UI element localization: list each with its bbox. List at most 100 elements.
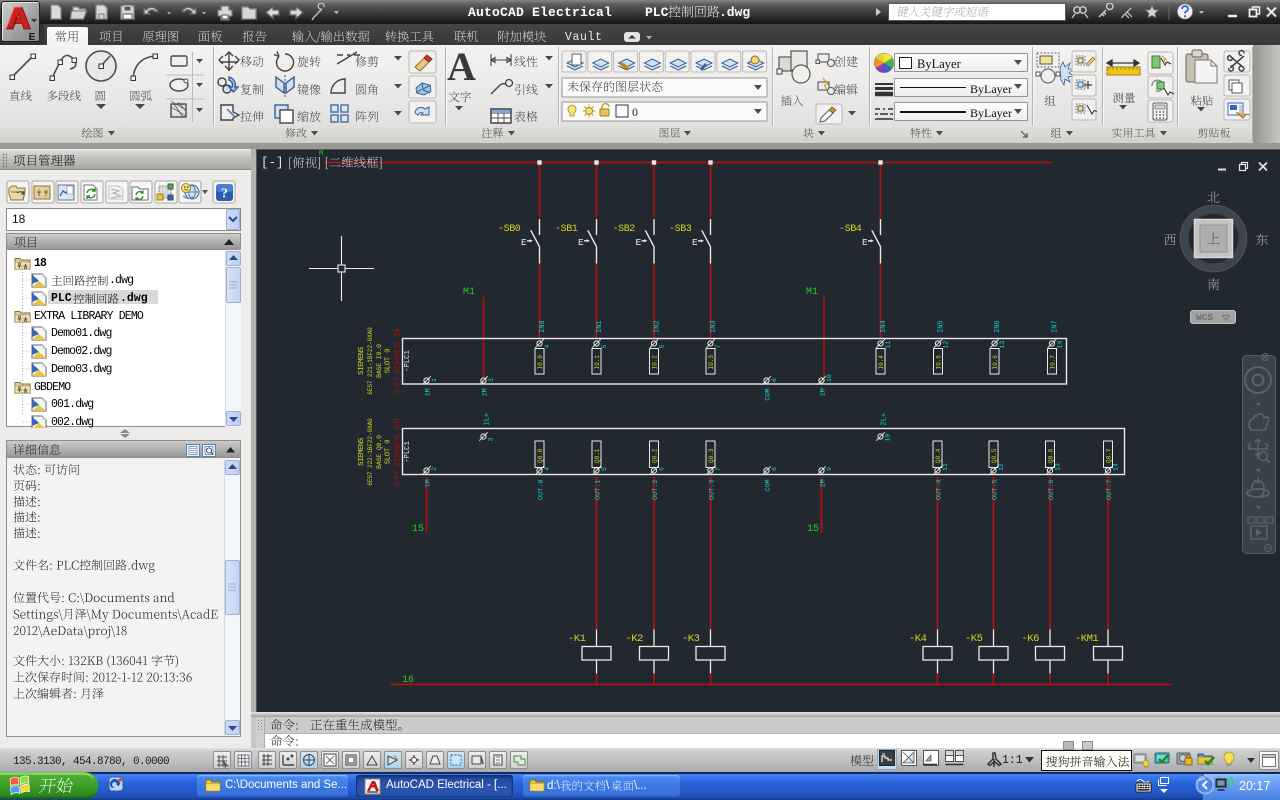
svg-text:-SB0: -SB0 [498, 224, 521, 235]
svg-text:E: E [692, 237, 698, 248]
svg-text:13: 13 [1055, 463, 1062, 471]
svg-text:Q0.3: Q0.3 [708, 448, 715, 463]
svg-text:2M: 2M [820, 479, 828, 487]
svg-text:IN5: IN5 [938, 320, 946, 333]
svg-text:I0.4: I0.4 [878, 355, 885, 370]
svg-text:15: 15 [807, 524, 819, 535]
svg-text:OUT.3: OUT.3 [709, 480, 717, 500]
svg-text:E: E [636, 237, 642, 248]
svg-text:OUT.0: OUT.0 [538, 480, 546, 500]
svg-text:M1: M1 [463, 287, 475, 298]
svg-text:IN0: IN0 [539, 320, 547, 333]
svg-text:I0.2: I0.2 [652, 355, 659, 370]
svg-text:-PLC1: -PLC1 [404, 350, 412, 372]
svg-text:1M: 1M [425, 479, 433, 487]
svg-text:6: 6 [659, 467, 666, 471]
svg-text:BASE Q0.0: BASE Q0.0 [376, 435, 383, 469]
svg-text:5: 5 [601, 345, 608, 349]
svg-text:IN2: IN2 [654, 320, 662, 333]
svg-text:1L+: 1L+ [484, 413, 492, 426]
svg-text:SIEMENS: SIEMENS [358, 346, 366, 375]
svg-text:Q0.1: Q0.1 [594, 448, 601, 463]
svg-text:2M: 2M [482, 388, 490, 396]
svg-text:-K4: -K4 [909, 633, 927, 645]
svg-text:15: 15 [412, 524, 424, 535]
svg-text:-SB1: -SB1 [555, 224, 578, 235]
svg-text:-K5: -K5 [965, 633, 983, 645]
svg-text:14: 14 [1113, 463, 1120, 471]
svg-text:I0.0: I0.0 [537, 355, 544, 370]
svg-text:12: 12 [998, 463, 1005, 471]
svg-text:-KM1: -KM1 [1075, 633, 1098, 645]
svg-text:OUT.6: OUT.6 [1048, 480, 1056, 500]
svg-text:OUT.7: OUT.7 [1106, 480, 1114, 500]
svg-text:4: 4 [544, 345, 551, 349]
svg-text:3: 3 [488, 438, 495, 442]
svg-text:1M: 1M [425, 388, 433, 396]
svg-text:3: 3 [488, 378, 495, 382]
svg-text:IN1: IN1 [596, 320, 604, 333]
svg-text:I0.5: I0.5 [936, 355, 943, 370]
svg-text:6: 6 [659, 345, 666, 349]
svg-text:-SB4: -SB4 [839, 224, 862, 235]
svg-text:E: E [521, 237, 527, 248]
svg-text:Q0.0: Q0.0 [537, 448, 544, 463]
svg-text:E: E [578, 237, 584, 248]
svg-text:7: 7 [715, 467, 722, 471]
svg-text:-SB2: -SB2 [613, 224, 636, 235]
svg-text:14: 14 [1057, 341, 1064, 349]
svg-text:8: 8 [771, 467, 778, 471]
svg-text:SIEMENS: SIEMENS [358, 437, 366, 466]
svg-text:13: 13 [999, 341, 1006, 349]
svg-text:?: ? [221, 187, 228, 202]
svg-text:9: 9 [826, 467, 833, 471]
svg-text:8-PT DISCRETE OUT: 8-PT DISCRETE OUT [395, 418, 403, 487]
svg-text:16: 16 [402, 675, 414, 686]
svg-text:10: 10 [885, 434, 892, 442]
svg-text:2M: 2M [820, 388, 828, 396]
svg-text:I0.1: I0.1 [594, 355, 601, 370]
svg-text:IN7: IN7 [1052, 320, 1060, 333]
svg-text:2: 2 [431, 467, 438, 471]
svg-text:6ES7 221-1BF22-0XA0: 6ES7 221-1BF22-0XA0 [367, 327, 374, 395]
svg-text:12: 12 [943, 341, 950, 349]
svg-text:I0.3: I0.3 [708, 355, 715, 370]
svg-text:5: 5 [601, 467, 608, 471]
svg-text:E: E [29, 32, 36, 42]
svg-text:7: 7 [715, 345, 722, 349]
svg-text:8: 8 [771, 378, 778, 382]
svg-text:-K6: -K6 [1022, 633, 1040, 645]
svg-text:M: M [319, 150, 323, 158]
svg-text:M1: M1 [806, 287, 818, 298]
svg-text:10: 10 [826, 374, 833, 382]
svg-text:IN3: IN3 [710, 320, 718, 333]
svg-text:2L+: 2L+ [881, 413, 889, 426]
svg-text:E: E [862, 237, 868, 248]
svg-text:6ES7 222-1BF22-0XA0: 6ES7 222-1BF22-0XA0 [367, 418, 374, 486]
svg-text:11: 11 [942, 463, 949, 471]
svg-text:1: 1 [431, 378, 438, 382]
svg-text:6-PT DISCRETE IN: 6-PT DISCRETE IN [395, 329, 403, 394]
svg-text:-K1: -K1 [568, 633, 586, 645]
svg-text:Q0.7: Q0.7 [1106, 448, 1113, 463]
svg-text:IN6: IN6 [994, 320, 1002, 333]
svg-text:4: 4 [544, 467, 551, 471]
svg-text:SLOT 0: SLOT 0 [385, 440, 393, 465]
svg-text:OUT.5: OUT.5 [992, 480, 1000, 500]
svg-text:OUT.2: OUT.2 [652, 480, 660, 500]
svg-text:BASE I0.0: BASE I0.0 [376, 344, 383, 378]
svg-text:Q0.2: Q0.2 [652, 448, 659, 463]
svg-text:COM: COM [765, 388, 773, 400]
svg-text:IN4: IN4 [880, 320, 888, 333]
svg-text:-K3: -K3 [682, 633, 700, 645]
svg-text:SLOT 0: SLOT 0 [385, 349, 393, 374]
svg-text:11: 11 [885, 341, 892, 349]
svg-text:-PLC1: -PLC1 [404, 441, 412, 463]
svg-text:I0.6: I0.6 [992, 355, 999, 370]
svg-text:I0.7: I0.7 [1050, 355, 1057, 370]
svg-text:OUT.4: OUT.4 [936, 480, 944, 500]
svg-text:-SB3: -SB3 [669, 224, 692, 235]
svg-text:Q0.6: Q0.6 [1048, 448, 1055, 463]
svg-text:OUT.1: OUT.1 [595, 480, 603, 500]
svg-text:Q0.5: Q0.5 [991, 448, 998, 463]
